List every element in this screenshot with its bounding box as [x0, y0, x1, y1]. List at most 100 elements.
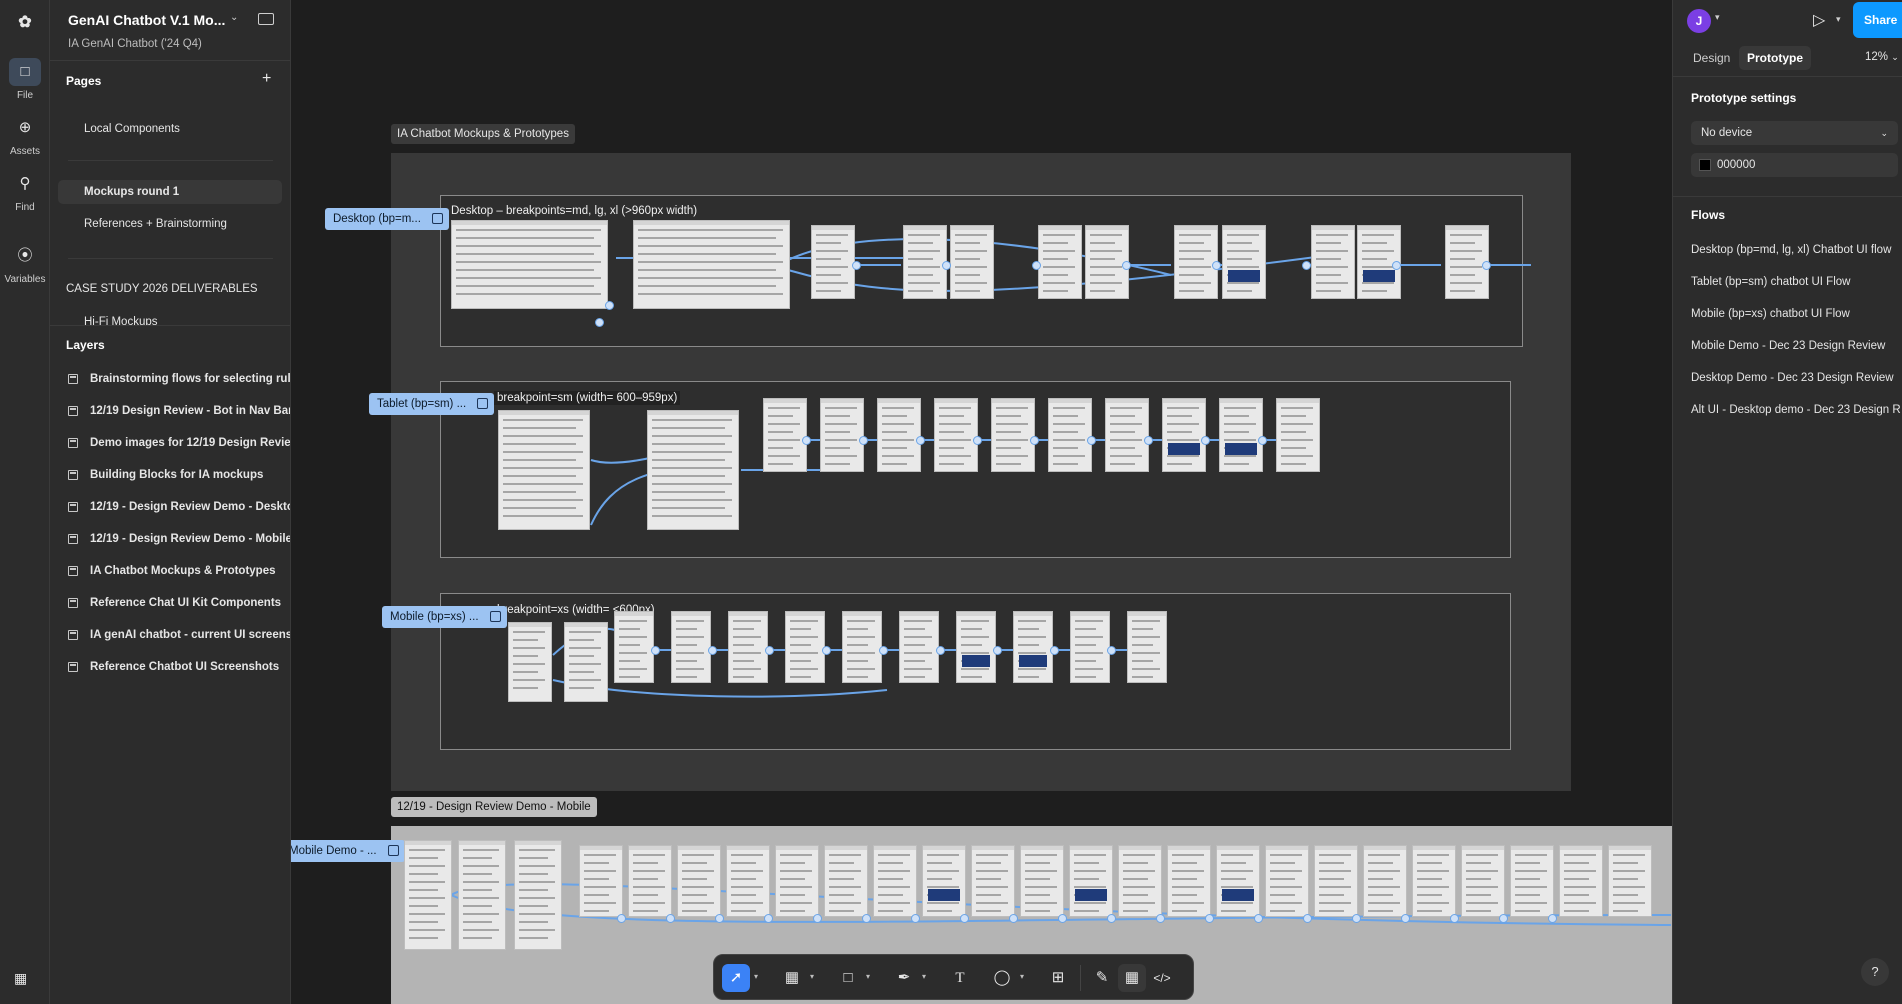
screen-thumbnail[interactable] — [677, 845, 721, 917]
connector-node[interactable] — [1087, 436, 1096, 445]
screen-thumbnail[interactable] — [498, 410, 590, 530]
connector-node[interactable] — [1352, 914, 1361, 923]
screen-thumbnail[interactable] — [726, 845, 770, 917]
screen-thumbnail[interactable] — [1559, 845, 1603, 917]
play-icon[interactable]: ▷ — [1813, 10, 1825, 30]
page-hifi-mockups[interactable]: Hi-Fi Mockups — [58, 311, 282, 325]
flow-item[interactable]: Desktop (bp=md, lg, xl) Chatbot UI flow — [1691, 244, 1891, 256]
connector-node[interactable] — [1499, 914, 1508, 923]
resources-icon[interactable]: ▦ — [14, 970, 34, 990]
device-select[interactable]: No device ⌄ — [1691, 121, 1898, 145]
screen-thumbnail[interactable] — [451, 220, 608, 309]
screen-thumbnail[interactable] — [514, 840, 562, 950]
connector-node[interactable] — [1122, 261, 1131, 270]
screen-thumbnail[interactable] — [579, 845, 623, 917]
screen-thumbnail[interactable] — [1222, 225, 1266, 299]
page-mockups-round-1[interactable]: Mockups round 1 — [58, 180, 282, 204]
screen-thumbnail[interactable] — [785, 611, 825, 683]
chevron-down-icon[interactable]: ▾ — [866, 972, 870, 981]
actions-button[interactable]: ⊞ — [1044, 964, 1072, 992]
connector-node[interactable] — [651, 646, 660, 655]
screen-thumbnail[interactable] — [1127, 611, 1167, 683]
flow-item[interactable]: Alt UI - Desktop demo - Dec 23 Design R — [1691, 404, 1901, 416]
layer-item[interactable]: IA Chatbot Mockups & Prototypes — [50, 558, 290, 584]
layer-item[interactable]: IA genAI chatbot - current UI screens — [50, 622, 290, 648]
screen-thumbnail[interactable] — [628, 845, 672, 917]
connector-node[interactable] — [1392, 261, 1401, 270]
connector-node[interactable] — [617, 914, 626, 923]
connector-node[interactable] — [879, 646, 888, 655]
screen-thumbnail[interactable] — [903, 225, 947, 299]
shape-tool-button[interactable]: □ — [834, 964, 862, 992]
dev-mode-button[interactable]: </> — [1148, 964, 1176, 992]
screen-thumbnail[interactable] — [1038, 225, 1082, 299]
chevron-down-icon[interactable]: ▾ — [1020, 972, 1024, 981]
page-local-components[interactable]: Local Components — [58, 117, 282, 141]
connector-node[interactable] — [993, 646, 1002, 655]
section-label-main[interactable]: IA Chatbot Mockups & Prototypes — [391, 124, 575, 144]
screen-thumbnail[interactable] — [728, 611, 768, 683]
chevron-down-icon[interactable]: ▾ — [754, 972, 758, 981]
connector-node[interactable] — [708, 646, 717, 655]
connector-node[interactable] — [764, 914, 773, 923]
connector-node[interactable] — [1212, 261, 1221, 270]
connector-node[interactable] — [1144, 436, 1153, 445]
layer-item[interactable]: Reference Chat UI Kit Components — [50, 590, 290, 616]
connector-node[interactable] — [1258, 436, 1267, 445]
connector-node[interactable] — [1548, 914, 1557, 923]
connector-node[interactable] — [765, 646, 774, 655]
screen-thumbnail[interactable] — [647, 410, 739, 530]
connector-node[interactable] — [1032, 261, 1041, 270]
screen-thumbnail[interactable] — [1105, 398, 1149, 472]
screen-thumbnail[interactable] — [1608, 845, 1652, 917]
connector-node[interactable] — [1058, 914, 1067, 923]
screen-thumbnail[interactable] — [1048, 398, 1092, 472]
chevron-down-icon[interactable]: ⌄ — [230, 12, 238, 23]
screen-thumbnail[interactable] — [1020, 845, 1064, 917]
layer-item[interactable]: 12/19 Design Review - Bot in Nav Bar — [50, 398, 290, 424]
connector-node[interactable] — [942, 261, 951, 270]
screen-thumbnail[interactable] — [820, 398, 864, 472]
share-button[interactable]: Share — [1853, 2, 1902, 38]
connector-node[interactable] — [1050, 646, 1059, 655]
screen-thumbnail[interactable] — [1013, 611, 1053, 683]
screen-thumbnail[interactable] — [811, 225, 855, 299]
screen-thumbnail[interactable] — [1174, 225, 1218, 299]
screen-thumbnail[interactable] — [633, 220, 790, 309]
connector-node[interactable] — [973, 436, 982, 445]
chevron-down-icon[interactable]: ▾ — [1836, 14, 1841, 25]
connector-node[interactable] — [911, 914, 920, 923]
screen-thumbnail[interactable] — [950, 225, 994, 299]
screen-thumbnail[interactable] — [1276, 398, 1320, 472]
connector-node[interactable] — [916, 436, 925, 445]
flow-item[interactable]: Mobile Demo - Dec 23 Design Review — [1691, 340, 1885, 352]
connector-node[interactable] — [862, 914, 871, 923]
rail-find[interactable]: ⚲ Find — [0, 170, 50, 213]
screen-thumbnail[interactable] — [991, 398, 1035, 472]
connector-node[interactable] — [1030, 436, 1039, 445]
screen-thumbnail[interactable] — [1118, 845, 1162, 917]
connector-node[interactable] — [822, 646, 831, 655]
screen-thumbnail[interactable] — [1363, 845, 1407, 917]
connector-node[interactable] — [859, 436, 868, 445]
project-name[interactable]: IA GenAI Chatbot ('24 Q4) — [68, 38, 202, 50]
connector-node[interactable] — [1401, 914, 1410, 923]
connector-node[interactable] — [1156, 914, 1165, 923]
color-swatch[interactable] — [1699, 159, 1711, 171]
screen-thumbnail[interactable] — [934, 398, 978, 472]
user-avatar[interactable]: J — [1687, 9, 1711, 33]
move-tool-button[interactable]: ➚ — [722, 964, 750, 992]
connector-node[interactable] — [1107, 646, 1116, 655]
chevron-down-icon[interactable]: ▾ — [810, 972, 814, 981]
screen-thumbnail[interactable] — [564, 622, 608, 702]
screen-thumbnail[interactable] — [873, 845, 917, 917]
connector-node[interactable] — [936, 646, 945, 655]
screen-thumbnail[interactable] — [1265, 845, 1309, 917]
desktop-flow-tag[interactable]: Desktop (bp=m... — [325, 208, 449, 230]
rail-variables[interactable]: ⦿ Variables — [0, 242, 50, 285]
connector-node[interactable] — [1482, 261, 1491, 270]
connector-node[interactable] — [1254, 914, 1263, 923]
chevron-down-icon[interactable]: ▾ — [922, 972, 926, 981]
screen-thumbnail[interactable] — [1311, 225, 1355, 299]
layer-item[interactable]: Building Blocks for IA mockups — [50, 462, 290, 488]
